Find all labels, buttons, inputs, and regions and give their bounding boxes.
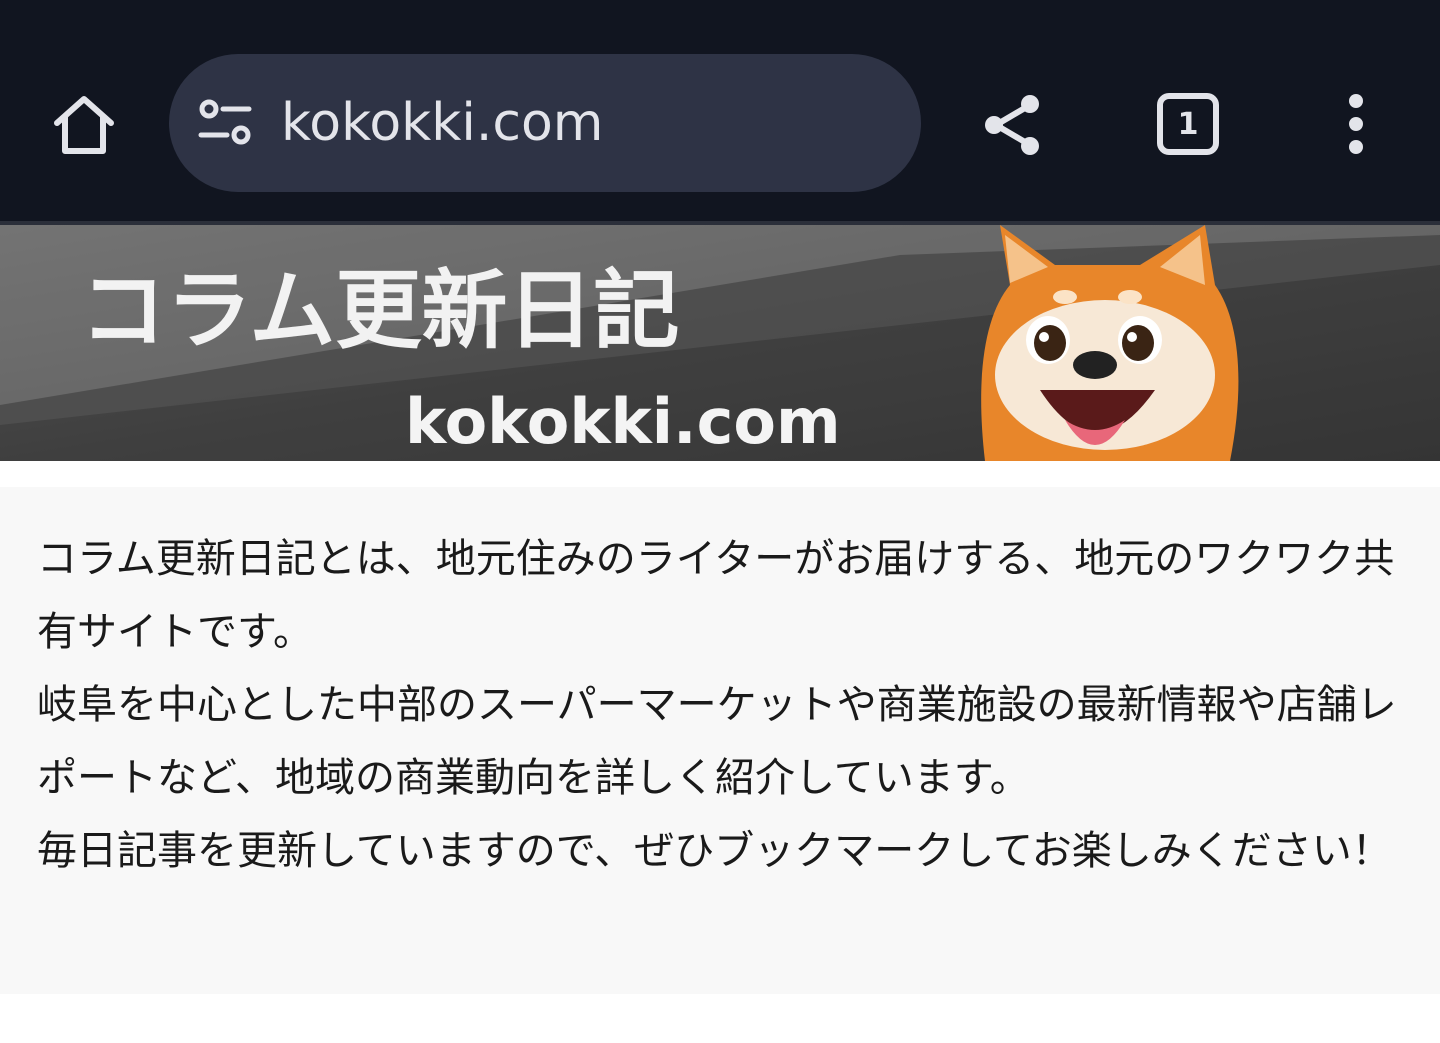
- intro-line: 毎日記事を更新していますので、ぜひブックマークしてお楽しみください！: [37, 828, 1392, 874]
- banner-title: コラム更新日記: [80, 261, 679, 361]
- url-text[interactable]: kokokki.com: [281, 93, 603, 153]
- page-bottom: [0, 994, 1440, 1043]
- intro-text: コラム更新日記とは、地元住みのライターがお届けする、地元のワクワク共有サイトです…: [37, 523, 1407, 888]
- site-banner[interactable]: コラム更新日記 kokokki.com: [0, 225, 1440, 461]
- spacer: [0, 461, 1440, 487]
- intro-line: コラム更新日記とは、地元住みのライターがお届けする、地元のワクワク共有サイトです…: [37, 536, 1395, 655]
- home-icon: [54, 96, 114, 154]
- site-settings-button[interactable]: [195, 93, 255, 153]
- share-icon: [985, 95, 1039, 155]
- address-bar[interactable]: kokokki.com: [169, 54, 921, 192]
- tab-count: 1: [1177, 106, 1199, 142]
- more-menu-button[interactable]: [1316, 84, 1396, 164]
- home-button[interactable]: [44, 84, 124, 164]
- banner-domain: kokokki.com: [405, 385, 841, 458]
- intro-line: 岐阜を中心とした中部のスーパーマーケットや商業施設の最新情報や店舗レポートなど、…: [37, 682, 1397, 801]
- more-vert-icon: [1349, 94, 1363, 154]
- share-button[interactable]: [973, 84, 1053, 164]
- tab-switcher-button[interactable]: 1: [1148, 84, 1228, 164]
- site-intro: コラム更新日記とは、地元住みのライターがお届けする、地元のワクワク共有サイトです…: [0, 487, 1440, 994]
- browser-toolbar: kokokki.com 1: [0, 0, 1440, 221]
- tune-icon: [198, 99, 252, 145]
